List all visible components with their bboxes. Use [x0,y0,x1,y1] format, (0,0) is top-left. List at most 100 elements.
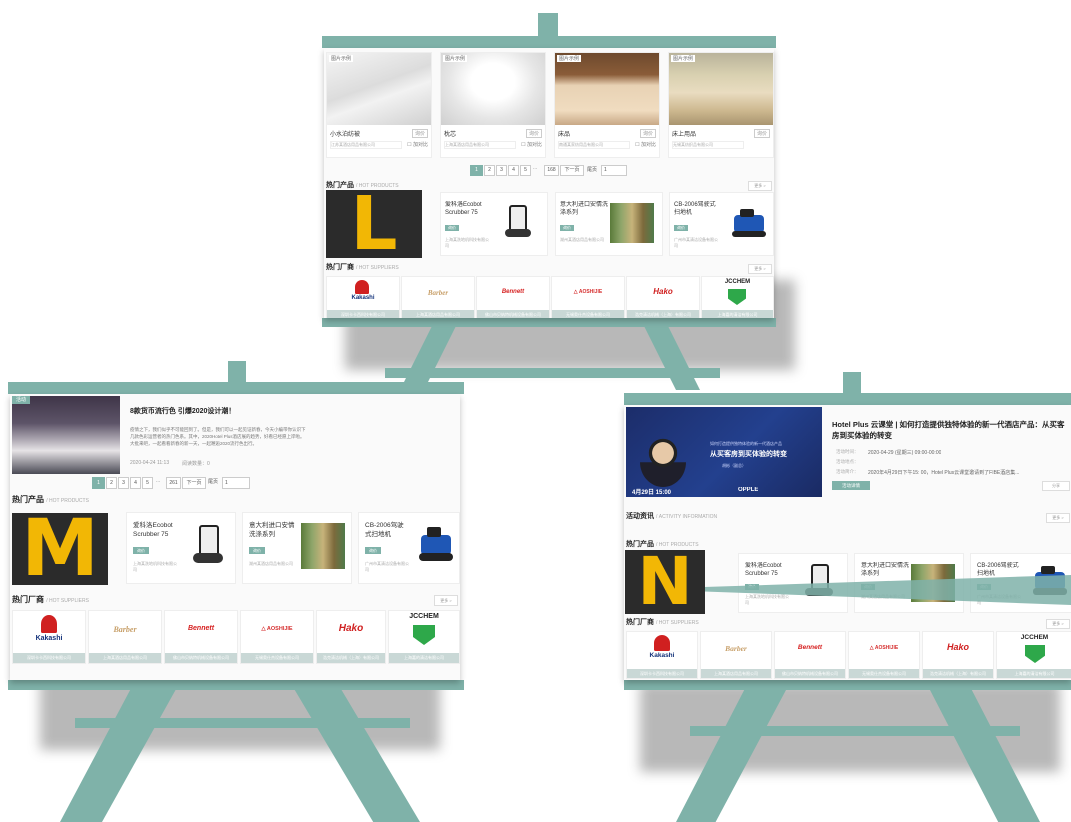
supplier-card-bennett[interactable]: Bennett 佛山市贝纳特机械设备有限公司 [774,631,846,679]
product-supplier: 无锡某纺织品有限公司 [672,141,744,149]
hot-product-card[interactable]: 爱科洛Ecobot Scrubber 75 询价 上海某洗地机科技有限公司 [440,192,548,256]
inquiry-tag[interactable]: 询价 [560,225,574,231]
page-button[interactable]: 1 [470,165,483,176]
supplier-card-barber[interactable]: Barber 上海某酒店用品有限公司 [401,276,475,318]
product-tag[interactable]: 询价 [525,129,542,138]
supplier-card-hako[interactable]: Hako 浩克清洁机械（上海）有限公司 [626,276,700,318]
banner-sub: 如何打造提供独特体验的新一代酒店产品 [710,441,782,446]
product-card[interactable]: 图片示例 枕芯 询价 上海某酒店用品有限公司 ☐ 加对比 [440,52,546,158]
next-page-button[interactable]: 下一页 [182,477,206,489]
page-button[interactable]: 5 [520,165,531,176]
product-card[interactable]: 图片示例 床品 询价 南通某家纺用品有限公司 ☐ 加对比 [554,52,660,158]
hot-product-name[interactable]: CB-2006驾驶式扫地机 [674,201,718,217]
product-title[interactable]: 小水泊纺被 [330,129,360,138]
hot-product-name[interactable]: CB-2006驾驶式扫地机 [977,562,1021,578]
hot-product-name[interactable]: 意大利进口安情洗涤系列 [861,562,909,578]
supplier-caption: 无锡奥仕杰设备有限公司 [849,669,919,678]
supplier-card-hako[interactable]: Hako 浩克清洁机械（上海）有限公司 [922,631,994,679]
share-button[interactable]: 分享 [1042,481,1070,491]
page-button[interactable]: 4 [130,477,141,489]
more-button[interactable]: 更多 > [434,595,458,606]
page-button[interactable]: 5 [142,477,153,489]
event-title[interactable]: Hotel Plus 云课堂 | 如何打造提供独特体验的新一代酒店产品：从买客房… [832,419,1070,441]
hot-product-card[interactable]: CB-2006驾驶式扫地机 询价 广州市某清洁设备有限公司 [358,512,460,584]
page-button[interactable]: 4 [508,165,519,176]
kakashi-logo: Kakashi [35,635,63,642]
page-select[interactable]: 1 [222,477,250,489]
hot-product-card[interactable]: 爱科洛Ecobot Scrubber 75 询价 上海某洗地机科技有限公司 [126,512,236,584]
supplier-card-aoshijie[interactable]: △ AOSHIJIE 无锡奥仕杰设备有限公司 [240,610,314,664]
supplier-card-bennett[interactable]: Bennett 佛山市贝纳特机械设备有限公司 [476,276,550,318]
supplier-card-kakashi[interactable]: Kakashi 深圳卡卡西科技有限公司 [326,276,400,318]
page-button[interactable]: 168 [544,165,559,176]
event-details-button[interactable]: 活动详情 [832,481,870,490]
hot-product-name[interactable]: 爱科洛Ecobot Scrubber 75 [445,201,493,217]
compare-checkbox[interactable]: ☐ 加对比 [407,141,428,148]
section-title-activity: 活动资讯 / ACTIVITY INFORMATION [626,513,718,520]
more-button[interactable]: 更多 > [1046,513,1070,523]
hot-product-supplier: 上海某洗地机科技有限公司 [745,594,789,605]
product-title[interactable]: 床上用品 [672,129,696,138]
supplier-caption: 佛山市贝纳特机械设备有限公司 [165,653,237,663]
hot-product-card[interactable]: 意大利进口安情洗涤系列 询价 湖州某酒店用品有限公司 [555,192,663,256]
page-button[interactable]: 2 [484,165,495,176]
supplier-caption: 深圳卡卡西科技有限公司 [13,653,85,663]
hot-product-name[interactable]: CB-2006驾驶式扫地机 [365,521,409,539]
hot-product-name[interactable]: 爱科洛Ecobot Scrubber 75 [745,562,795,578]
hot-product-card[interactable]: CB-2006驾驶式扫地机 询价 广州市某清洁设备有限公司 [669,192,774,256]
supplier-caption: 佛山市贝纳特机械设备有限公司 [775,669,845,678]
hot-product-name[interactable]: 意大利进口安情洗涤系列 [249,521,299,539]
page-button[interactable]: 3 [496,165,507,176]
supplier-card-jcchem[interactable]: JCCHEM 上海嘉的清洁有限公司 [996,631,1071,679]
inquiry-tag[interactable]: 询价 [445,225,459,231]
compare-checkbox[interactable]: ☐ 加对比 [521,141,542,148]
inquiry-tag[interactable]: 询价 [365,547,381,554]
page-button[interactable]: 261 [166,477,181,489]
supplier-caption: 浩克清洁机械（上海）有限公司 [923,669,993,678]
image-badge: 图片示例 [443,55,468,62]
hot-product-name[interactable]: 爱科洛Ecobot Scrubber 75 [133,521,185,539]
inquiry-tag[interactable]: 询价 [133,547,149,554]
hot-product-name[interactable]: 意大利进口安情洗涤系列 [560,201,608,217]
page-button[interactable]: 1 [92,477,105,489]
product-card[interactable]: 图片示例 床上用品 询价 无锡某纺织品有限公司 [668,52,774,158]
more-button[interactable]: 更多 > [748,181,772,191]
next-page-button[interactable]: 下一页 [560,165,584,176]
supplier-card-jcchem[interactable]: JCCHEM 上海嘉的清洁有限公司 [701,276,774,318]
supplier-card-kakashi[interactable]: Kakashi 深圳卡卡西科技有限公司 [626,631,698,679]
more-button[interactable]: 更多 > [1046,619,1070,629]
hako-logo: Hako [946,642,969,652]
event-banner[interactable]: 如何打造提供独特体验的新一代酒店产品 从买客房到买体验的转变 胡彬（副总） 4月… [626,407,822,497]
hot-product-card[interactable]: 意大利进口安情洗涤系列 询价 湖州某酒店用品有限公司 [242,512,352,584]
supplier-card-jcchem[interactable]: JCCHEM 上海嘉的清洁有限公司 [388,610,460,664]
supplier-card-barber[interactable]: Barber 上海某酒店用品有限公司 [700,631,772,679]
bennett-logo: Bennett [187,625,215,632]
product-tag[interactable]: 询价 [753,129,770,138]
barber-logo: Barber [113,625,137,634]
image-badge: 图片示例 [557,55,582,62]
last-page-link[interactable]: 尾页 [208,478,218,485]
supplier-card-bennett[interactable]: Bennett 佛山市贝纳特机械设备有限公司 [164,610,238,664]
compare-checkbox[interactable]: ☐ 加对比 [635,141,656,148]
aoshijie-logo: △ AOSHIJIE [869,645,899,651]
product-title[interactable]: 床品 [558,129,570,138]
inquiry-tag[interactable]: 询价 [249,547,265,554]
page-button[interactable]: 3 [118,477,129,489]
supplier-card-aoshijie[interactable]: △ AOSHIJIE 无锡奥仕杰设备有限公司 [848,631,920,679]
page-button[interactable]: 2 [106,477,117,489]
page-select[interactable]: 1 [601,165,627,176]
product-title[interactable]: 枕芯 [444,129,456,138]
product-tag[interactable]: 询价 [411,129,428,138]
inquiry-tag[interactable]: 询价 [674,225,688,231]
article-title[interactable]: 8款货币流行色 引爆2020设计潮！ [130,406,235,416]
supplier-card-aoshijie[interactable]: △ AOSHIJIE 无锡奥仕杰设备有限公司 [551,276,625,318]
hot-product-supplier: 上海某洗地机科技有限公司 [133,561,177,572]
product-tag[interactable]: 询价 [639,129,656,138]
last-page-link[interactable]: 尾页 [587,166,597,173]
more-button[interactable]: 更多 > [748,264,772,274]
supplier-card-hako[interactable]: Hako 浩克清洁机械（上海）有限公司 [316,610,386,664]
product-card[interactable]: 图片示例 小水泊纺被 询价 江苏某酒店用品有限公司 ☐ 加对比 [326,52,432,158]
supplier-card-barber[interactable]: Barber 上海某酒店用品有限公司 [88,610,162,664]
supplier-card-kakashi[interactable]: Kakashi 深圳卡卡西科技有限公司 [12,610,86,664]
product-image [441,53,545,125]
